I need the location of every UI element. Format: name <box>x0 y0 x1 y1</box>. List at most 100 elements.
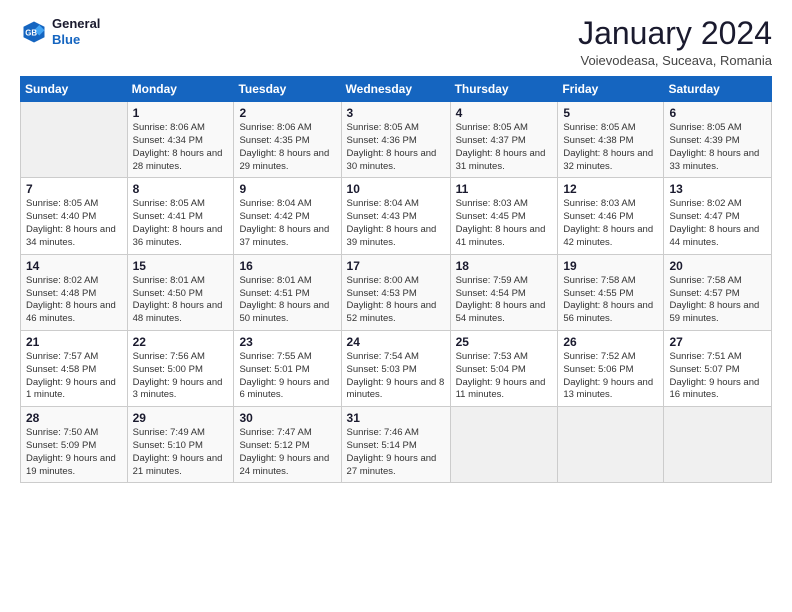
calendar-cell: 9 Sunrise: 8:04 AM Sunset: 4:42 PM Daylig… <box>234 178 341 254</box>
calendar-cell: 13 Sunrise: 8:02 AM Sunset: 4:47 PM Dayli… <box>664 178 772 254</box>
day-info: Sunrise: 8:02 AM Sunset: 4:48 PM Dayligh… <box>26 275 122 326</box>
calendar-cell: 29 Sunrise: 7:49 AM Sunset: 5:10 PM Dayli… <box>127 407 234 483</box>
calendar-cell: 5Sunrise: 8:05 AM Sunset: 4:38 PM Daylig… <box>558 102 664 178</box>
day-number: 16 <box>239 259 335 273</box>
logo-line1: General <box>52 16 100 32</box>
day-number: 30 <box>239 411 335 425</box>
day-number: 29 <box>133 411 229 425</box>
calendar-cell: 8Sunrise: 8:05 AM Sunset: 4:41 PM Daylig… <box>127 178 234 254</box>
calendar-week-row: 14 Sunrise: 8:02 AM Sunset: 4:48 PM Dayli… <box>21 254 772 330</box>
day-info: Sunrise: 8:06 AM Sunset: 4:34 PM Dayligh… <box>133 122 229 173</box>
calendar-cell: 14 Sunrise: 8:02 AM Sunset: 4:48 PM Dayli… <box>21 254 128 330</box>
calendar-cell: 15 Sunrise: 8:01 AM Sunset: 4:50 PM Dayli… <box>127 254 234 330</box>
calendar-cell: 20 Sunrise: 7:58 AM Sunset: 4:57 PM Dayli… <box>664 254 772 330</box>
calendar-cell: 6Sunrise: 8:05 AM Sunset: 4:39 PM Daylig… <box>664 102 772 178</box>
day-info: Sunrise: 7:58 AM Sunset: 4:57 PM Dayligh… <box>669 275 766 326</box>
calendar-cell <box>664 407 772 483</box>
weekday-header-monday: Monday <box>127 77 234 102</box>
calendar-cell: 25 Sunrise: 7:53 AM Sunset: 5:04 PM Dayli… <box>450 330 558 406</box>
subtitle: Voievodeasa, Suceava, Romania <box>578 53 772 68</box>
day-info: Sunrise: 8:01 AM Sunset: 4:50 PM Dayligh… <box>133 275 229 326</box>
calendar-week-row: 21Sunrise: 7:57 AM Sunset: 4:58 PM Dayli… <box>21 330 772 406</box>
day-info: Sunrise: 7:58 AM Sunset: 4:55 PM Dayligh… <box>563 275 658 326</box>
day-number: 12 <box>563 182 658 196</box>
title-section: January 2024 Voievodeasa, Suceava, Roman… <box>578 16 772 68</box>
calendar-cell: 16 Sunrise: 8:01 AM Sunset: 4:51 PM Dayli… <box>234 254 341 330</box>
day-info: Sunrise: 7:51 AM Sunset: 5:07 PM Dayligh… <box>669 351 766 402</box>
calendar-cell: 18 Sunrise: 7:59 AM Sunset: 4:54 PM Dayli… <box>450 254 558 330</box>
calendar-cell: 12 Sunrise: 8:03 AM Sunset: 4:46 PM Dayli… <box>558 178 664 254</box>
calendar-cell: 17 Sunrise: 8:00 AM Sunset: 4:53 PM Dayli… <box>341 254 450 330</box>
logo-line2: Blue <box>52 32 100 48</box>
weekday-header-row: SundayMondayTuesdayWednesdayThursdayFrid… <box>21 77 772 102</box>
day-number: 10 <box>347 182 445 196</box>
calendar-cell <box>450 407 558 483</box>
logo: GB General Blue <box>20 16 100 47</box>
day-info: Sunrise: 8:04 AM Sunset: 4:42 PM Dayligh… <box>239 198 335 249</box>
day-info: Sunrise: 7:59 AM Sunset: 4:54 PM Dayligh… <box>456 275 553 326</box>
day-info: Sunrise: 8:01 AM Sunset: 4:51 PM Dayligh… <box>239 275 335 326</box>
day-number: 9 <box>239 182 335 196</box>
calendar-week-row: 28Sunrise: 7:50 AM Sunset: 5:09 PM Dayli… <box>21 407 772 483</box>
day-info: Sunrise: 7:55 AM Sunset: 5:01 PM Dayligh… <box>239 351 335 402</box>
calendar-week-row: 7 Sunrise: 8:05 AM Sunset: 4:40 PM Daylig… <box>21 178 772 254</box>
calendar-cell: 19Sunrise: 7:58 AM Sunset: 4:55 PM Dayli… <box>558 254 664 330</box>
day-info: Sunrise: 8:06 AM Sunset: 4:35 PM Dayligh… <box>239 122 335 173</box>
month-title: January 2024 <box>578 16 772 51</box>
calendar-body: 1 Sunrise: 8:06 AM Sunset: 4:34 PM Daylig… <box>21 102 772 483</box>
calendar-cell: 2 Sunrise: 8:06 AM Sunset: 4:35 PM Daylig… <box>234 102 341 178</box>
day-number: 23 <box>239 335 335 349</box>
calendar-cell: 3 Sunrise: 8:05 AM Sunset: 4:36 PM Daylig… <box>341 102 450 178</box>
weekday-header-thursday: Thursday <box>450 77 558 102</box>
calendar-cell: 28Sunrise: 7:50 AM Sunset: 5:09 PM Dayli… <box>21 407 128 483</box>
day-info: Sunrise: 7:56 AM Sunset: 5:00 PM Dayligh… <box>133 351 229 402</box>
day-number: 3 <box>347 106 445 120</box>
day-info: Sunrise: 8:05 AM Sunset: 4:41 PM Dayligh… <box>133 198 229 249</box>
day-number: 20 <box>669 259 766 273</box>
day-number: 26 <box>563 335 658 349</box>
page: GB General Blue January 2024 Voievodeasa… <box>0 0 792 612</box>
day-info: Sunrise: 7:49 AM Sunset: 5:10 PM Dayligh… <box>133 427 229 478</box>
day-info: Sunrise: 8:00 AM Sunset: 4:53 PM Dayligh… <box>347 275 445 326</box>
svg-text:GB: GB <box>25 28 37 37</box>
day-info: Sunrise: 7:46 AM Sunset: 5:14 PM Dayligh… <box>347 427 445 478</box>
day-info: Sunrise: 7:54 AM Sunset: 5:03 PM Dayligh… <box>347 351 445 402</box>
calendar-cell <box>558 407 664 483</box>
weekday-header-sunday: Sunday <box>21 77 128 102</box>
day-info: Sunrise: 7:53 AM Sunset: 5:04 PM Dayligh… <box>456 351 553 402</box>
day-number: 31 <box>347 411 445 425</box>
day-info: Sunrise: 8:03 AM Sunset: 4:46 PM Dayligh… <box>563 198 658 249</box>
day-number: 5 <box>563 106 658 120</box>
calendar-cell: 27Sunrise: 7:51 AM Sunset: 5:07 PM Dayli… <box>664 330 772 406</box>
logo-icon: GB <box>20 18 48 46</box>
calendar-cell: 4Sunrise: 8:05 AM Sunset: 4:37 PM Daylig… <box>450 102 558 178</box>
calendar-cell: 21Sunrise: 7:57 AM Sunset: 4:58 PM Dayli… <box>21 330 128 406</box>
day-number: 24 <box>347 335 445 349</box>
day-number: 18 <box>456 259 553 273</box>
day-number: 11 <box>456 182 553 196</box>
calendar-table: SundayMondayTuesdayWednesdayThursdayFrid… <box>20 76 772 483</box>
day-info: Sunrise: 8:04 AM Sunset: 4:43 PM Dayligh… <box>347 198 445 249</box>
calendar-header: SundayMondayTuesdayWednesdayThursdayFrid… <box>21 77 772 102</box>
day-number: 13 <box>669 182 766 196</box>
calendar-cell: 22Sunrise: 7:56 AM Sunset: 5:00 PM Dayli… <box>127 330 234 406</box>
day-number: 2 <box>239 106 335 120</box>
day-info: Sunrise: 8:02 AM Sunset: 4:47 PM Dayligh… <box>669 198 766 249</box>
day-number: 25 <box>456 335 553 349</box>
day-number: 17 <box>347 259 445 273</box>
weekday-header-tuesday: Tuesday <box>234 77 341 102</box>
calendar-cell: 30Sunrise: 7:47 AM Sunset: 5:12 PM Dayli… <box>234 407 341 483</box>
day-number: 15 <box>133 259 229 273</box>
calendar-cell: 7 Sunrise: 8:05 AM Sunset: 4:40 PM Daylig… <box>21 178 128 254</box>
calendar-cell <box>21 102 128 178</box>
day-info: Sunrise: 8:05 AM Sunset: 4:36 PM Dayligh… <box>347 122 445 173</box>
weekday-header-saturday: Saturday <box>664 77 772 102</box>
day-number: 14 <box>26 259 122 273</box>
day-number: 7 <box>26 182 122 196</box>
day-number: 1 <box>133 106 229 120</box>
header: GB General Blue January 2024 Voievodeasa… <box>20 16 772 68</box>
calendar-cell: 24 Sunrise: 7:54 AM Sunset: 5:03 PM Dayli… <box>341 330 450 406</box>
calendar-cell: 11Sunrise: 8:03 AM Sunset: 4:45 PM Dayli… <box>450 178 558 254</box>
weekday-header-wednesday: Wednesday <box>341 77 450 102</box>
day-info: Sunrise: 8:05 AM Sunset: 4:40 PM Dayligh… <box>26 198 122 249</box>
